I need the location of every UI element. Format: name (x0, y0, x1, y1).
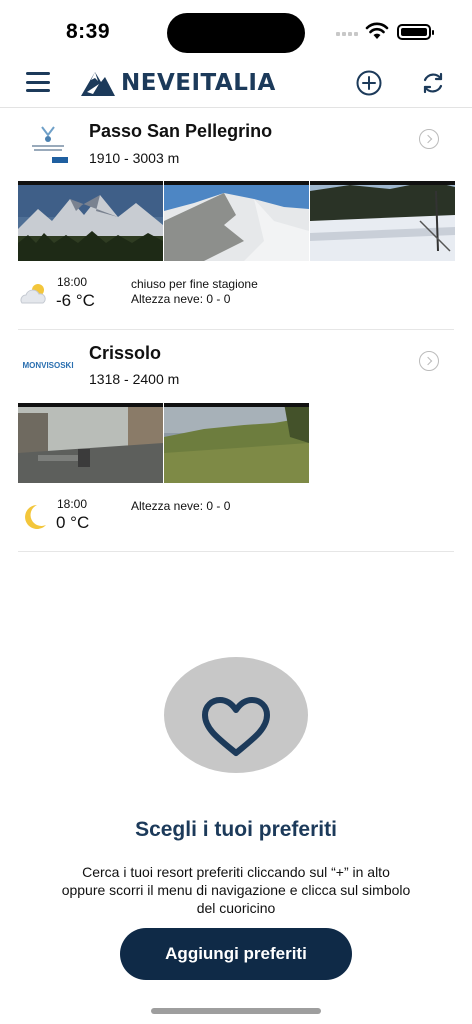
webcam-image[interactable] (310, 181, 455, 261)
resort-name: Crissolo (89, 343, 162, 363)
app-logo: NEVEITALIA (79, 68, 276, 98)
chevron-right-icon[interactable] (419, 129, 439, 149)
favorites-description: Cerca i tuoi resort preferiti cliccando … (61, 864, 411, 916)
home-indicator[interactable] (151, 1008, 321, 1014)
moon-icon (25, 505, 46, 529)
resort-card-crissolo[interactable]: MONVISOSKI Crissolo 1318 - 2400 m 18:00 … (18, 331, 454, 552)
refresh-icon[interactable] (420, 70, 446, 96)
webcam-strip (18, 403, 309, 483)
weather-temperature: -6 °C (56, 291, 95, 310)
dynamic-island (167, 13, 305, 53)
webcam-strip (18, 181, 455, 261)
hamburger-icon[interactable] (26, 70, 50, 94)
san-pellegrino-logo-icon (26, 121, 70, 165)
resort-altitude: 1910 - 3003 m (89, 150, 180, 166)
weather-time: 18:00 (57, 275, 88, 289)
resort-card-passo-san-pellegrino[interactable]: Passo San Pellegrino 1910 - 3003 m 18:00… (18, 109, 455, 330)
resort-name: Passo San Pellegrino (89, 121, 273, 141)
weather-time: 18:00 (57, 497, 88, 511)
webcam-image[interactable] (18, 403, 163, 483)
wifi-icon (365, 22, 389, 39)
snow-depth: Altezza neve: 0 - 0 (131, 292, 231, 306)
battery-icon (397, 24, 434, 40)
logo-text: NEVEITALIA (121, 70, 276, 96)
favorites-illustration (164, 657, 308, 773)
snow-depth: Altezza neve: 0 - 0 (131, 499, 231, 513)
add-favorites-button[interactable]: Aggiungi preferiti (120, 928, 352, 980)
webcam-image[interactable] (164, 403, 309, 483)
app-header: NEVEITALIA (0, 60, 472, 108)
plus-circle-icon[interactable] (356, 70, 382, 96)
monvisoski-logo-text: MONVISOSKI (22, 360, 74, 370)
monvisoski-logo: MONVISOSKI (22, 343, 73, 387)
weather-temperature: 0 °C (56, 513, 90, 532)
resort-altitude: 1318 - 2400 m (89, 371, 180, 387)
cellular-signal-icon (336, 32, 358, 36)
chevron-right-icon[interactable] (419, 351, 439, 371)
webcam-image[interactable] (18, 181, 163, 261)
webcam-image[interactable] (164, 181, 309, 261)
status-bar: 8:39 (0, 0, 472, 60)
snow-cloud-icon (20, 284, 46, 304)
heart-icon (202, 697, 270, 756)
favorites-title: Scegli i tuoi preferiti (135, 818, 337, 841)
resort-status: chiuso per fine stagione (131, 277, 258, 291)
status-time: 8:39 (66, 20, 111, 43)
mountain-logo-icon (81, 72, 115, 96)
